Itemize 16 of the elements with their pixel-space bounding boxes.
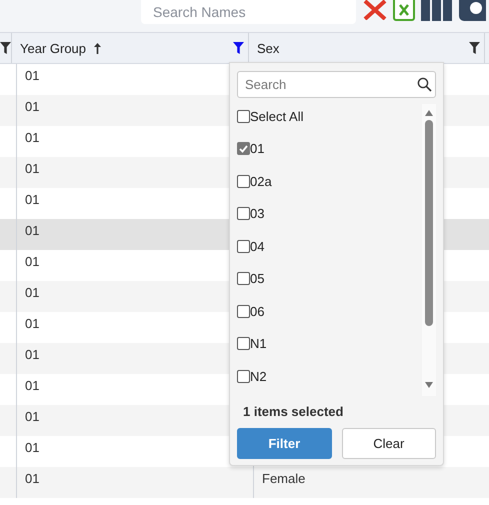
table-cell: 01 xyxy=(25,285,40,300)
table-cell: 01 xyxy=(25,161,40,176)
selection-count: 1 items selected xyxy=(243,404,344,419)
table-cell: 01 xyxy=(25,378,40,393)
table-cell: 01 xyxy=(25,192,40,207)
table-cell: 01 xyxy=(25,347,40,362)
table-cell: Female xyxy=(262,471,306,486)
table-cell: 01 xyxy=(25,130,40,145)
table-cell: 01 xyxy=(25,223,40,238)
table-cell: 01 xyxy=(25,68,40,83)
table-cell: 01 xyxy=(25,409,40,424)
table-cell: 01 xyxy=(25,471,40,486)
table-cell: 01 xyxy=(25,316,40,331)
table-cell: 01 xyxy=(25,99,40,114)
table-cell: 01 xyxy=(25,254,40,269)
table-cell: 01 xyxy=(25,440,40,455)
